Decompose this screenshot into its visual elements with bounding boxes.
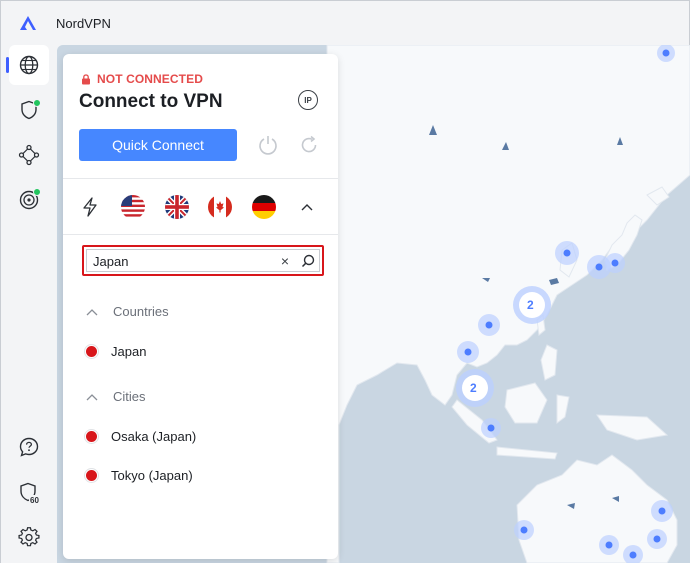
search-icon[interactable] bbox=[300, 253, 316, 269]
search-value: Japan bbox=[93, 254, 129, 269]
flag-germany-icon[interactable] bbox=[252, 195, 276, 219]
dark-web-monitor-button[interactable]: 60 bbox=[9, 473, 49, 513]
flag-united-kingdom-icon[interactable] bbox=[165, 195, 189, 219]
sidebar-item-threat-target[interactable] bbox=[9, 180, 49, 220]
divider bbox=[63, 234, 338, 235]
settings-button[interactable] bbox=[9, 518, 49, 558]
help-icon bbox=[19, 437, 39, 457]
section-header-label: Countries bbox=[113, 304, 169, 319]
land-new-guinea bbox=[596, 414, 669, 441]
connection-panel: NOT CONNECTED Connect to VPN IP Quick Co… bbox=[63, 54, 338, 559]
clear-icon[interactable]: × bbox=[277, 253, 293, 269]
search-input[interactable]: Japan × bbox=[86, 249, 320, 272]
section-header-cities[interactable]: Cities bbox=[85, 389, 146, 404]
status-text: NOT CONNECTED bbox=[97, 72, 203, 86]
sidebar: 60 bbox=[1, 45, 57, 563]
lightning-icon[interactable] bbox=[81, 197, 99, 217]
cluster-count: 2 bbox=[527, 298, 534, 312]
status-badge bbox=[33, 99, 41, 107]
flag-canada-icon[interactable] bbox=[208, 195, 232, 219]
section-header-label: Cities bbox=[113, 389, 146, 404]
quick-connect-button[interactable]: Quick Connect bbox=[79, 129, 237, 161]
japan-flag-icon bbox=[85, 345, 98, 358]
title-bar: NordVPN bbox=[1, 1, 689, 45]
chevron-up-icon bbox=[86, 393, 98, 400]
sidebar-item-threat-protection[interactable] bbox=[9, 90, 49, 130]
land-sulawesi bbox=[556, 394, 570, 424]
sidebar-item-meshnet[interactable] bbox=[9, 135, 49, 175]
connection-status: NOT CONNECTED bbox=[81, 72, 203, 86]
help-button[interactable] bbox=[9, 427, 49, 467]
flag-united-states-icon[interactable] bbox=[121, 195, 145, 219]
japan-flag-icon bbox=[85, 430, 98, 443]
app-window: NordVPN 60 2 2 NOT CONNECTED Connect to … bbox=[0, 0, 690, 563]
refresh-icon[interactable] bbox=[298, 134, 320, 156]
window-title: NordVPN bbox=[56, 16, 111, 31]
land-philippines bbox=[540, 344, 558, 381]
list-item-label: Japan bbox=[111, 344, 147, 359]
list-item-label: Tokyo (Japan) bbox=[111, 468, 193, 483]
list-item-label: Osaka (Japan) bbox=[111, 429, 197, 444]
ip-button[interactable]: IP bbox=[298, 90, 318, 110]
panel-title: Connect to VPN bbox=[79, 91, 223, 112]
lock-icon bbox=[82, 73, 90, 84]
status-badge bbox=[33, 188, 41, 196]
land-borneo bbox=[504, 382, 548, 424]
power-icon[interactable] bbox=[257, 134, 279, 156]
search-highlight: Japan × bbox=[82, 245, 324, 276]
list-item-osaka[interactable]: Osaka (Japan) bbox=[85, 429, 196, 444]
divider bbox=[63, 178, 338, 179]
gear-icon bbox=[18, 527, 40, 547]
list-item-tokyo[interactable]: Tokyo (Japan) bbox=[85, 468, 193, 483]
active-indicator bbox=[6, 57, 9, 73]
globe-icon bbox=[19, 55, 39, 75]
quick-flags-row bbox=[63, 192, 338, 222]
nordvpn-logo-icon bbox=[20, 16, 36, 30]
chevron-up-icon[interactable] bbox=[300, 201, 314, 213]
japan-flag-icon bbox=[85, 469, 98, 482]
sidebar-item-globe[interactable] bbox=[6, 45, 49, 85]
cluster-count: 2 bbox=[470, 381, 477, 395]
land-java bbox=[496, 446, 558, 460]
meshnet-icon bbox=[18, 144, 40, 166]
chevron-up-icon bbox=[86, 308, 98, 315]
counter-label: 60 bbox=[30, 496, 39, 505]
section-header-countries[interactable]: Countries bbox=[85, 304, 169, 319]
list-item-japan[interactable]: Japan bbox=[85, 344, 146, 359]
